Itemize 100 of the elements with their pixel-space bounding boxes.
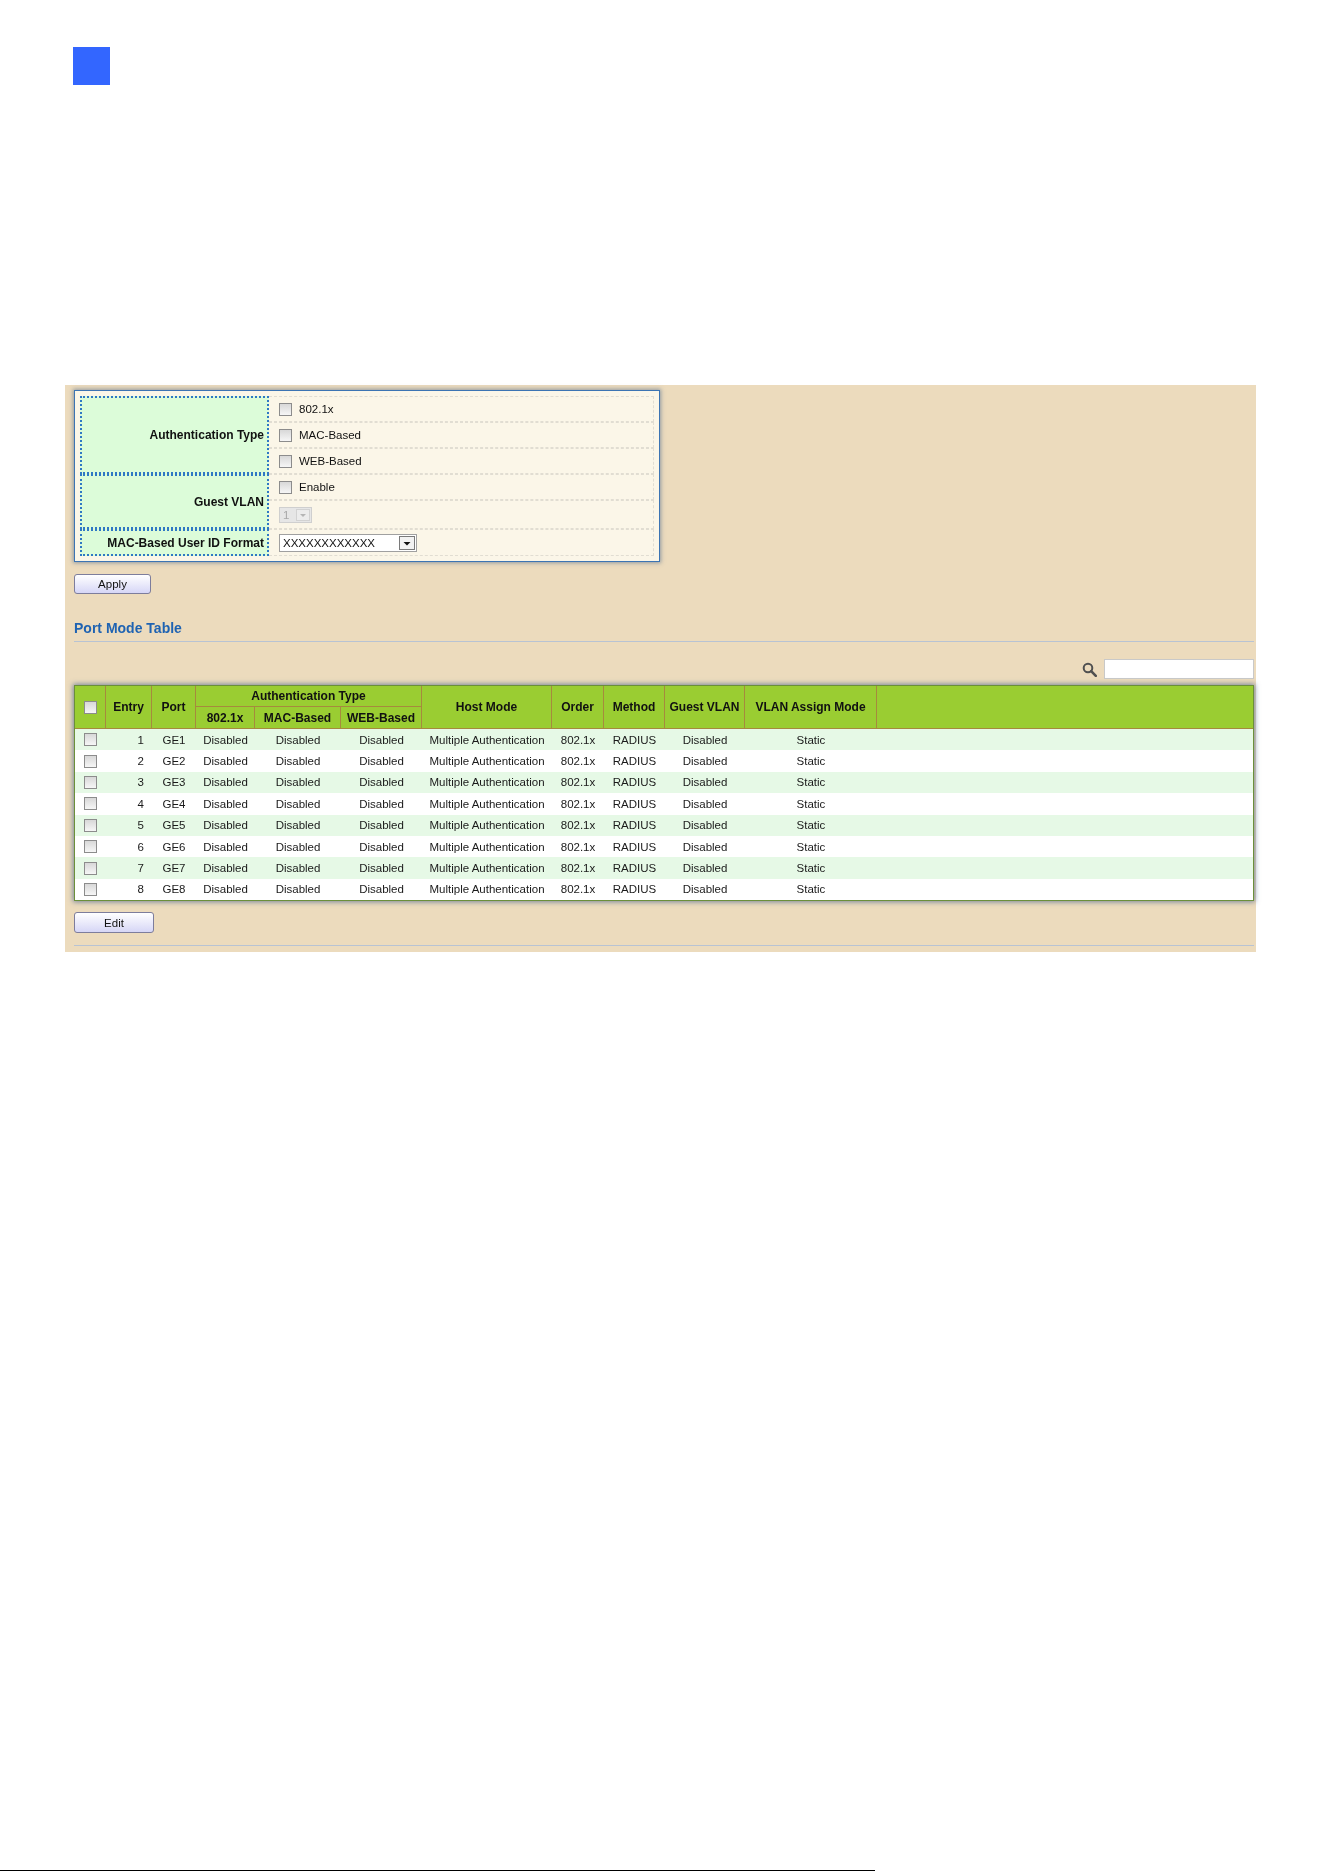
section-title: Port Mode Table (74, 619, 182, 637)
checkbox[interactable] (279, 454, 292, 468)
column-header: VLAN Assign Mode (745, 686, 877, 728)
table-cell-text: 3 (136, 775, 145, 791)
table-cell-text: Disabled (202, 861, 249, 877)
table-cell-text: Multiple Authentication (428, 732, 546, 748)
apply-button[interactable]: Apply (74, 574, 151, 594)
table-cell-text: Disabled (681, 796, 729, 812)
table-cell-text: Disabled (358, 732, 405, 748)
table-cell-text: Disabled (358, 861, 405, 877)
table-cell-text: GE1 (161, 732, 187, 748)
table-cell-text: Disabled (202, 882, 249, 898)
column-header: 802.1x (196, 707, 255, 728)
column-header: Port (152, 686, 196, 728)
table-cell-text: Multiple Authentication (428, 796, 546, 812)
table-cell-text: Disabled (681, 882, 729, 898)
column-header: Order (552, 686, 604, 728)
checkbox[interactable] (84, 754, 97, 768)
table-cell-text: RADIUS (611, 796, 658, 812)
checkbox[interactable] (84, 882, 97, 896)
table-cell-text: 8 (136, 882, 145, 898)
checkbox[interactable] (84, 861, 97, 875)
table-cell-text: Disabled (274, 818, 322, 834)
field-label: MAC-Based User ID Format (80, 529, 269, 556)
table-row[interactable]: 6 GE6 Disabled Disabled Disabled Multiple Authentication 802.1x RADIUS Disabled Static (75, 835, 1253, 858)
option-label: MAC-Based (299, 429, 361, 441)
field-label: Authentication Type (80, 396, 269, 474)
table-cell-text: Disabled (681, 775, 729, 791)
table-row[interactable]: 8 GE8 Disabled Disabled Disabled Multiple Authentication 802.1x RADIUS Disabled Static (75, 878, 1253, 901)
checkbox[interactable] (84, 840, 97, 854)
column-header: MAC-Based (255, 707, 341, 728)
checkbox[interactable] (279, 402, 292, 416)
table-cell-text: Disabled (202, 818, 249, 834)
table-cell-text: 802.1x (559, 839, 597, 855)
table-cell-text: Disabled (202, 796, 249, 812)
table-cell-text: Static (795, 775, 827, 791)
table-cell-text: Disabled (274, 796, 322, 812)
table-cell-text: Multiple Authentication (428, 839, 546, 855)
table-cell-text: GE3 (161, 775, 187, 791)
table-row[interactable]: 4 GE4 Disabled Disabled Disabled Multiple Authentication 802.1x RADIUS Disabled Static (75, 793, 1253, 815)
table-cell-text: GE6 (161, 839, 187, 855)
table-cell-text: GE4 (161, 796, 187, 812)
checkbox[interactable] (84, 775, 97, 789)
checkbox[interactable] (84, 818, 97, 832)
table-cell-text: 802.1x (559, 775, 597, 791)
table-cell-text: Disabled (681, 732, 729, 748)
table-cell-text: Disabled (274, 839, 322, 855)
checkbox[interactable] (279, 480, 292, 494)
table-row[interactable]: 5 GE5 Disabled Disabled Disabled Multiple Authentication 802.1x RADIUS Disabled Static (75, 814, 1253, 836)
column-header: Method (604, 686, 665, 728)
table-cell-text: 802.1x (559, 818, 597, 834)
checkbox[interactable] (83, 700, 97, 714)
table-cell-text: Static (795, 796, 827, 812)
table-cell-text: Static (795, 861, 827, 877)
table-row[interactable]: 2 GE2 Disabled Disabled Disabled Multiple Authentication 802.1x RADIUS Disabled Static (75, 750, 1253, 772)
table-cell-text: 6 (136, 839, 145, 855)
table-cell-text: Disabled (358, 882, 405, 898)
table-cell-text: Disabled (274, 882, 322, 898)
checkbox[interactable] (84, 733, 97, 747)
option-label: 802.1x (299, 403, 334, 415)
table-cell-text: 802.1x (559, 861, 597, 877)
search-field[interactable] (1104, 659, 1254, 679)
table-cell-text: GE2 (161, 754, 187, 770)
caret-icon (296, 508, 310, 521)
option-label: WEB-Based (299, 455, 362, 467)
table-cell-text: Disabled (681, 839, 729, 855)
column-header: Guest VLAN (665, 686, 745, 728)
table-cell-text: 1 (136, 732, 145, 748)
checkbox[interactable] (84, 797, 97, 811)
table-row[interactable]: 7 GE7 Disabled Disabled Disabled Multiple Authentication 802.1x RADIUS Disabled Static (75, 857, 1253, 879)
caret-icon (399, 535, 415, 550)
table-row[interactable]: 3 GE3 Disabled Disabled Disabled Multiple Authentication 802.1x RADIUS Disabled Static (75, 771, 1253, 794)
table-cell-text: Disabled (274, 732, 322, 748)
table-row[interactable]: 1 GE1 Disabled Disabled Disabled Multiple Authentication 802.1x RADIUS Disabled Static (75, 729, 1253, 751)
table-cell-text: Multiple Authentication (428, 818, 546, 834)
table-cell-text: Disabled (202, 754, 249, 770)
table-cell-text: RADIUS (611, 861, 658, 877)
table-cell-text: RADIUS (611, 754, 658, 770)
table-cell-text: Disabled (274, 754, 322, 770)
table-cell-text: RADIUS (611, 732, 658, 748)
table-cell-text: Disabled (358, 839, 405, 855)
table-cell-text: 802.1x (559, 882, 597, 898)
edit-button[interactable]: Edit (74, 912, 154, 934)
table-cell-text: GE7 (161, 861, 187, 877)
table-cell-text: Disabled (358, 796, 405, 812)
table-cell-text: Static (795, 882, 827, 898)
table-cell-text: GE5 (161, 818, 187, 834)
checkbox[interactable] (279, 428, 292, 442)
format-dropdown[interactable]: XXXXXXXXXXXX (279, 533, 417, 552)
table-cell-text: 802.1x (559, 796, 597, 812)
table-cell-text: 7 (136, 861, 145, 877)
table-cell-text: Disabled (202, 732, 249, 748)
table-cell-text: Multiple Authentication (428, 775, 546, 791)
search-icon (1082, 661, 1097, 677)
table-cell-text: 802.1x (559, 754, 597, 770)
table-cell-text: Multiple Authentication (428, 861, 546, 877)
table-cell-text: 802.1x (559, 732, 597, 748)
option-label: Enable (299, 481, 335, 493)
field-label: Guest VLAN (80, 474, 269, 529)
column-group-header: Authentication Type (196, 686, 422, 707)
